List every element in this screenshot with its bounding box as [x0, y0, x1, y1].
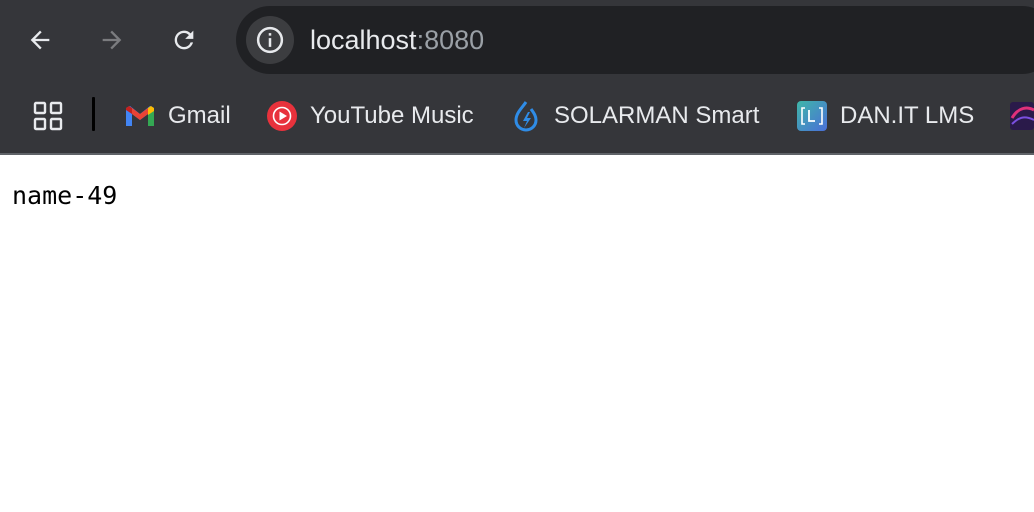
danit-lms-icon [796, 100, 828, 132]
bookmark-gmail[interactable]: Gmail [124, 94, 231, 138]
arrow-left-icon [30, 30, 50, 50]
bookmark-youtube-music[interactable]: YouTube Music [266, 94, 474, 138]
bookmark-label: DAN.IT LMS [840, 102, 975, 129]
apps-button[interactable] [30, 98, 66, 134]
bookmark-solarman[interactable]: SOLARMAN Smart [510, 94, 759, 138]
solarman-icon [510, 100, 542, 132]
bookmark-label: Gmail [168, 102, 231, 129]
page-content: name-49 [0, 155, 1034, 512]
back-button[interactable] [20, 20, 60, 60]
page-text: name-49 [12, 181, 118, 210]
bookmark-favicon-icon [1010, 102, 1034, 130]
browser-chrome: localhost:8080 Gmail YouTube Music SOLAR… [0, 0, 1034, 154]
info-icon [256, 26, 284, 54]
site-info-button[interactable] [246, 16, 294, 64]
arrow-right-icon [102, 30, 122, 50]
reload-icon [174, 30, 194, 50]
gmail-icon [124, 100, 156, 132]
youtube-music-icon [266, 100, 298, 132]
url-port: :8080 [416, 25, 485, 55]
reload-button[interactable] [164, 20, 204, 60]
bookmarks-divider [92, 97, 95, 131]
bookmarks-bar: Gmail YouTube Music SOLARMAN Smart DAN.I… [0, 80, 1034, 154]
bookmark-danit-lms[interactable]: DAN.IT LMS [796, 94, 974, 138]
bookmark-overflow[interactable] [1010, 94, 1034, 138]
url-host: localhost [310, 25, 417, 55]
apps-grid-icon [33, 101, 63, 131]
forward-button[interactable] [92, 20, 132, 60]
browser-toolbar: localhost:8080 [0, 0, 1034, 80]
address-bar[interactable]: localhost:8080 [236, 6, 1034, 74]
bookmark-label: YouTube Music [310, 102, 474, 129]
url-text[interactable]: localhost:8080 [310, 6, 484, 74]
bookmark-label: SOLARMAN Smart [554, 102, 760, 129]
